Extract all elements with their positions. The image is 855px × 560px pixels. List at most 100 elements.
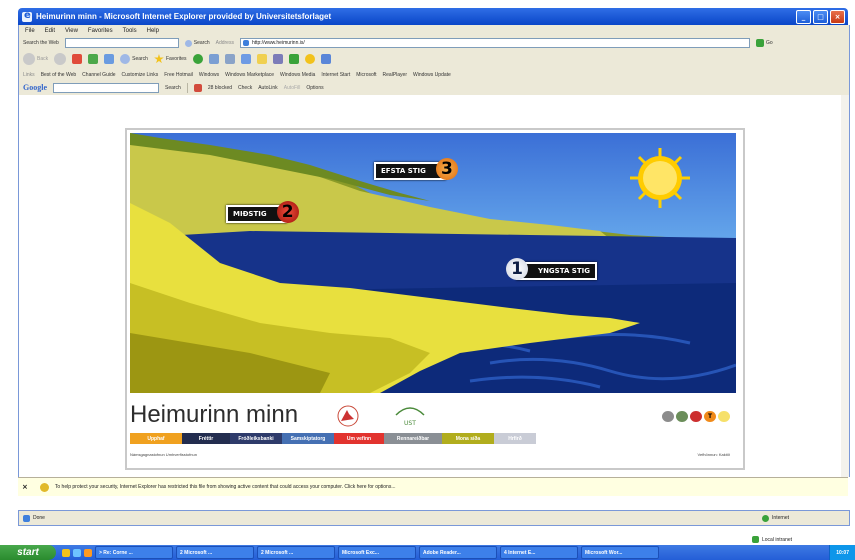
- task-item[interactable]: Microsoft Wor...: [581, 546, 659, 559]
- app: Heimurinn minn - Microsoft Internet Expl…: [0, 0, 855, 560]
- forward-arrow-icon[interactable]: [54, 53, 67, 65]
- search-web-button[interactable]: Search: [184, 39, 210, 47]
- minimize-button[interactable]: _: [796, 9, 811, 24]
- link-free-hotmail[interactable]: Free Hotmail: [164, 72, 193, 78]
- link-channel-guide[interactable]: Channel Guide: [82, 72, 115, 78]
- google-logo[interactable]: Google: [23, 83, 47, 92]
- history-icon[interactable]: [192, 54, 203, 64]
- autofill-button[interactable]: AutoFill: [284, 85, 301, 91]
- menu-tools[interactable]: Tools: [123, 28, 137, 34]
- start-button[interactable]: start: [0, 545, 56, 560]
- quicklaunch-media-icon[interactable]: [84, 548, 92, 557]
- address-label: Address: [215, 40, 234, 46]
- sound-icon[interactable]: [662, 411, 674, 422]
- nav-upphaf[interactable]: Upphaf: [130, 433, 182, 444]
- level-upper-number: 3: [435, 158, 458, 180]
- task-item[interactable]: 4 Internet E...: [500, 546, 578, 559]
- nav-rennareidbar[interactable]: Rennareiðbar: [384, 433, 442, 444]
- blocked-count[interactable]: 28 blocked: [208, 85, 232, 91]
- site-controls: T: [662, 411, 730, 422]
- refresh-icon[interactable]: [88, 54, 99, 64]
- google-search-button[interactable]: Search: [165, 85, 181, 91]
- globe-icon: [762, 514, 770, 522]
- stop-icon[interactable]: [72, 54, 83, 64]
- task-item[interactable]: > Re: Corne ...: [95, 546, 173, 559]
- home-icon[interactable]: [104, 54, 115, 64]
- task-item[interactable]: Microsoft Exc...: [338, 546, 416, 559]
- taskbar: start > Re: Corne ... 2 Microsoft ... 2 …: [0, 545, 855, 560]
- maximize-button[interactable]: □: [813, 9, 828, 24]
- address-bar[interactable]: http://www.heimurinn.is/: [239, 38, 750, 48]
- options-button[interactable]: Options: [306, 85, 323, 91]
- link-internet-start[interactable]: Internet Start: [321, 72, 350, 78]
- nav-samskiptatorg[interactable]: Samskiptatorg: [282, 433, 334, 444]
- google-search-input[interactable]: [53, 82, 159, 93]
- footer-partners[interactable]: Námsgagnastofnun Umhverfisstofnun: [130, 452, 197, 457]
- edit-icon[interactable]: [240, 54, 251, 64]
- messenger-icon[interactable]: [272, 54, 283, 64]
- star-icon: [154, 54, 164, 64]
- quicklaunch-icon[interactable]: [62, 548, 70, 557]
- quicklaunch-ie-icon[interactable]: [73, 548, 81, 557]
- mail-icon[interactable]: [208, 54, 219, 64]
- link-customize-links[interactable]: Customize Links: [122, 72, 159, 78]
- folder-icon[interactable]: [256, 54, 267, 64]
- page-icon: [242, 40, 249, 46]
- back-button[interactable]: Back: [23, 53, 48, 65]
- go-button[interactable]: Go: [755, 39, 773, 47]
- nav-mona-sida[interactable]: Mona síða: [442, 433, 494, 444]
- link-windows[interactable]: Windows: [199, 72, 219, 78]
- favorites-button[interactable]: Favorites: [154, 54, 187, 64]
- nav-hrfird[interactable]: Hrfirð: [494, 433, 536, 444]
- task-item[interactable]: Adobe Reader...: [419, 546, 497, 559]
- level-upper-button[interactable]: EFSTA STIG 3: [374, 158, 458, 180]
- footer-credit[interactable]: Vefhönnun: Kaktið: [698, 452, 730, 457]
- infobar-close-icon[interactable]: ×: [22, 483, 28, 491]
- print-page-icon[interactable]: [676, 411, 688, 422]
- task-item[interactable]: 2 Microsoft ...: [257, 546, 335, 559]
- check-button[interactable]: Check: [238, 85, 252, 91]
- email-icon[interactable]: [690, 411, 702, 422]
- back-label: Back: [37, 56, 49, 62]
- nav-um-vefinn[interactable]: Um vefinn: [334, 433, 384, 444]
- title-bar: Heimurinn minn - Microsoft Internet Expl…: [18, 8, 848, 25]
- nams-logo-icon[interactable]: [335, 405, 361, 427]
- menu-favorites[interactable]: Favorites: [88, 28, 113, 34]
- window-controls: _ □ ×: [796, 9, 845, 24]
- text-size-icon[interactable]: T: [704, 411, 716, 422]
- link-windows-update[interactable]: Windows Update: [413, 72, 451, 78]
- help-icon[interactable]: [718, 411, 730, 422]
- page-done-icon: [23, 514, 30, 522]
- link-windows-marketplace[interactable]: Windows Marketplace: [225, 72, 274, 78]
- search-button[interactable]: Search: [120, 54, 148, 64]
- link-realplayer[interactable]: RealPlayer: [383, 72, 407, 78]
- level-youngest-button[interactable]: 1 YNGSTA STIG: [506, 258, 597, 280]
- nav-frodleiksbanki[interactable]: Fróðleiksbanki: [230, 433, 282, 444]
- search-web-input[interactable]: [64, 38, 179, 48]
- nav-frettir[interactable]: Fréttir: [182, 433, 230, 444]
- divider: [186, 82, 188, 93]
- research-icon[interactable]: [288, 54, 299, 64]
- smiley-icon[interactable]: [304, 54, 315, 64]
- clock[interactable]: 10:07: [836, 550, 849, 556]
- link-windows-media[interactable]: Windows Media: [280, 72, 315, 78]
- close-button[interactable]: ×: [830, 9, 845, 24]
- menu-view[interactable]: View: [65, 28, 78, 34]
- links-label: Links: [23, 71, 35, 78]
- vertical-scrollbar[interactable]: [841, 95, 849, 477]
- link-microsoft[interactable]: Microsoft: [356, 72, 376, 78]
- zone-indicator: Internet: [762, 514, 789, 522]
- level-middle-button[interactable]: MIÐSTIG 2: [226, 201, 299, 223]
- page-content: EFSTA STIG 3 MIÐSTIG 2 1 YNGSTA STIG Hei…: [18, 95, 850, 477]
- autolink-button[interactable]: AutoLink: [258, 85, 277, 91]
- print-icon[interactable]: [224, 54, 235, 64]
- menu-help[interactable]: Help: [147, 28, 159, 34]
- link-best-of-web[interactable]: Best of the Web: [41, 72, 76, 78]
- menu-file[interactable]: File: [25, 28, 35, 34]
- security-infobar[interactable]: × To help protect your security, Interne…: [18, 477, 848, 496]
- ust-logo-icon[interactable]: UST: [392, 401, 428, 429]
- task-item[interactable]: 2 Microsoft ...: [176, 546, 254, 559]
- media-icon[interactable]: [320, 54, 331, 64]
- menu-edit[interactable]: Edit: [45, 28, 55, 34]
- shield-icon: [39, 482, 49, 492]
